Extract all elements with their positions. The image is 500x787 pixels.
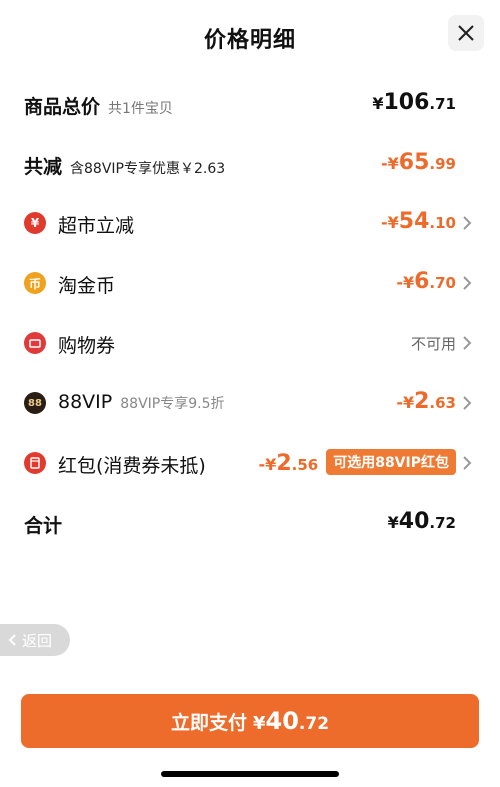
sum-label: 合计 bbox=[24, 515, 63, 537]
pay-now-button[interactable]: 立即支付 ¥40.72 bbox=[21, 694, 479, 748]
taojinbi-coin-icon: 币 bbox=[24, 272, 46, 294]
coupon-label: 购物券 bbox=[58, 335, 116, 357]
chevron-right-icon bbox=[463, 456, 472, 470]
vip-discount-note: 含88VIP专享优惠￥2.63 bbox=[70, 161, 226, 177]
vip88-label: 88VIP 88VIP专享9.5折 bbox=[58, 391, 225, 413]
discount-total-label: 共减 含88VIP专享优惠￥2.63 bbox=[24, 156, 226, 178]
taojinbi-label: 淘金币 bbox=[58, 275, 116, 297]
discount-total-row: 共减 含88VIP专享优惠￥2.63 -¥65.99 bbox=[0, 144, 500, 184]
red-packet-label: 红包(消费券未抵) bbox=[58, 455, 206, 477]
pay-now-amount: ¥40.72 bbox=[252, 707, 330, 735]
chevron-right-icon bbox=[463, 276, 472, 290]
vip88-discount-note: 88VIP专享9.5折 bbox=[120, 396, 225, 412]
page-title: 价格明细 bbox=[203, 28, 296, 53]
vip-red-packet-badge[interactable]: 可选用88VIP红包 bbox=[326, 449, 456, 475]
supermarket-discount-label: 超市立减 bbox=[58, 215, 135, 237]
chevron-left-icon bbox=[8, 634, 16, 646]
coupon-icon bbox=[24, 332, 46, 354]
sum-row: 合计 ¥40.72 bbox=[0, 503, 500, 543]
supermarket-discount-icon: ¥ bbox=[24, 212, 46, 234]
header: 价格明细 bbox=[0, 0, 500, 78]
discount-total-value: -¥65.99 bbox=[381, 150, 456, 175]
total-price-label: 商品总价 共1件宝贝 bbox=[24, 96, 173, 118]
coupon-row[interactable]: 购物券 不可用 bbox=[0, 323, 500, 363]
supermarket-discount-row[interactable]: ¥ 超市立减 -¥54.10 bbox=[0, 203, 500, 243]
total-price-row: 商品总价 共1件宝贝 ¥106.71 bbox=[0, 84, 500, 124]
pay-now-label: 立即支付 bbox=[170, 711, 247, 734]
chevron-right-icon bbox=[463, 336, 472, 350]
red-packet-icon bbox=[24, 452, 46, 474]
total-price-value: ¥106.71 bbox=[372, 90, 456, 115]
item-count: 共1件宝贝 bbox=[108, 101, 173, 117]
taojinbi-row[interactable]: 币 淘金币 -¥6.70 bbox=[0, 263, 500, 303]
close-icon bbox=[458, 25, 474, 41]
supermarket-discount-value: -¥54.10 bbox=[381, 209, 456, 234]
back-button[interactable]: 返回 bbox=[0, 624, 70, 656]
coupon-status: 不可用 bbox=[410, 335, 456, 353]
red-packet-row[interactable]: 红包(消费券未抵) -¥2.56 可选用88VIP红包 bbox=[0, 443, 500, 483]
red-packet-value: -¥2.56 可选用88VIP红包 bbox=[259, 449, 456, 476]
chevron-right-icon bbox=[463, 396, 472, 410]
home-indicator[interactable] bbox=[161, 771, 339, 777]
taojinbi-value: -¥6.70 bbox=[396, 269, 456, 294]
sum-value: ¥40.72 bbox=[387, 509, 456, 534]
close-button[interactable] bbox=[448, 15, 484, 51]
back-label: 返回 bbox=[22, 631, 53, 650]
chevron-right-icon bbox=[463, 216, 472, 230]
vip88-row[interactable]: 88 88VIP 88VIP专享9.5折 -¥2.63 bbox=[0, 383, 500, 423]
vip88-value: -¥2.63 bbox=[396, 389, 456, 414]
vip88-icon: 88 bbox=[24, 392, 46, 414]
